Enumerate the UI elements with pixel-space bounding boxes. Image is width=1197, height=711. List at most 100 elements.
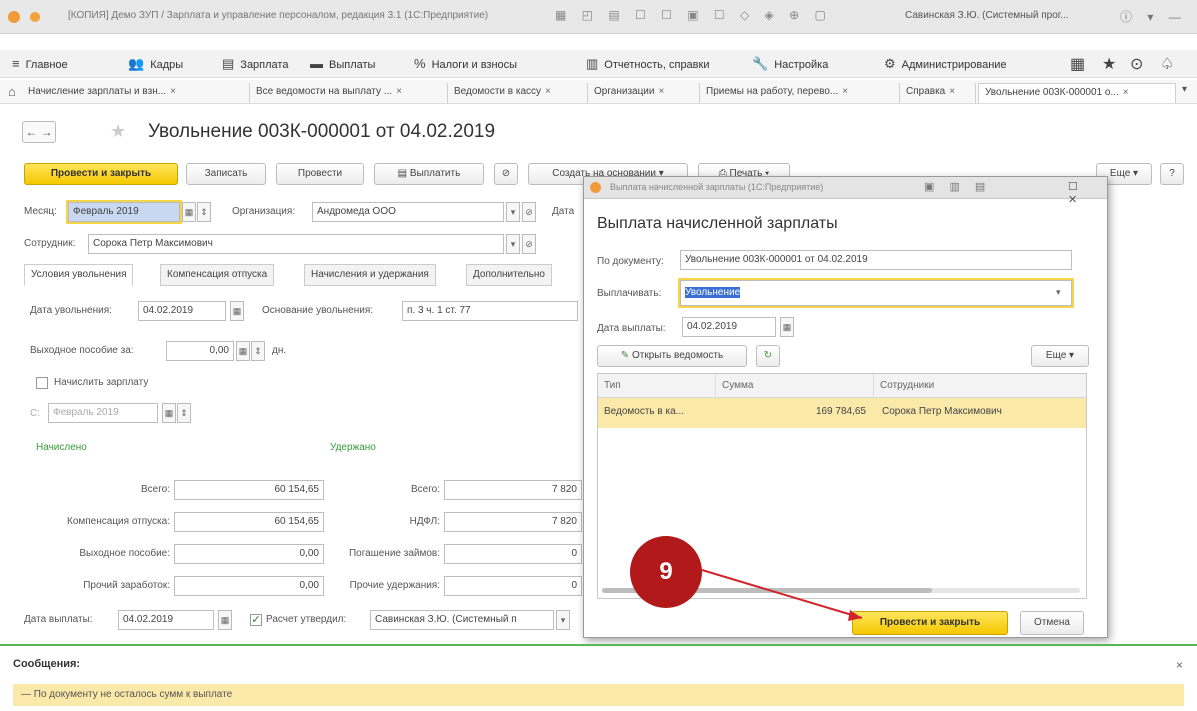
tab-additional[interactable]: Дополнительно xyxy=(466,264,552,286)
home-icon[interactable]: ⌂ xyxy=(8,84,16,99)
pay-button[interactable]: ▤ Выплатить xyxy=(374,163,484,185)
tab-organizations[interactable]: Организации × xyxy=(588,83,700,103)
tab-label: Все ведомости на выплату ... xyxy=(256,86,393,97)
calculator-icon[interactable]: ▦ xyxy=(236,341,250,361)
dropdown-icon[interactable]: ▾ xyxy=(556,610,570,630)
dialog-pay-date-field[interactable]: 04.02.2019 xyxy=(682,317,776,337)
toolbar-icons[interactable]: ▦ ◰ ▤ ☐ ☐ ▣ ☐ ◇ ◈ ⊕ ▢ xyxy=(555,8,832,22)
close-icon[interactable]: × xyxy=(396,86,402,97)
employee-label: Сотрудник: xyxy=(24,238,76,249)
menu-salary[interactable]: ▤ Зарплата xyxy=(222,56,288,72)
app-logo-icon xyxy=(590,182,601,193)
attach-icon[interactable]: ⊘ xyxy=(494,163,518,185)
severance-field[interactable]: 0,00 xyxy=(166,341,234,361)
stepper-icon[interactable]: ⇕ xyxy=(177,403,191,423)
accrue-salary-checkbox[interactable] xyxy=(36,377,48,389)
calendar-icon[interactable]: ▦ xyxy=(780,317,794,337)
basis-field[interactable]: п. 3 ч. 1 ст. 77 xyxy=(402,301,578,321)
wallet-icon: ▬ xyxy=(310,56,323,71)
favorite-star-icon[interactable]: ★ xyxy=(110,121,126,142)
from-field[interactable]: Февраль 2019 xyxy=(48,403,158,423)
tab-dismissal[interactable]: Увольнение 003К-000001 о... × xyxy=(978,83,1176,103)
back-forward-button[interactable]: ← → xyxy=(22,121,56,143)
column-header-type[interactable]: Тип xyxy=(598,374,716,398)
current-user[interactable]: Савинская З.Ю. (Системный прог... xyxy=(905,10,1069,21)
dropdown-icon[interactable]: ▾ xyxy=(506,234,520,254)
tab-vacation-compensation[interactable]: Компенсация отпуска xyxy=(160,264,275,286)
open-sheet-button[interactable]: ✎ Открыть ведомость xyxy=(597,345,747,367)
menu-settings[interactable]: 🔧 Настройка xyxy=(752,56,828,72)
dialog-more-button[interactable]: Еще ▾ xyxy=(1031,345,1089,367)
close-icon[interactable]: × xyxy=(1176,658,1183,672)
message-item[interactable]: — По документу не осталось сумм к выплат… xyxy=(13,684,1184,706)
save-button[interactable]: Записать xyxy=(186,163,266,185)
refresh-icon[interactable]: ↻ xyxy=(756,345,780,367)
dialog-titlebar: Выплата начисленной зарплаты (1С:Предпри… xyxy=(584,177,1107,206)
dialog-post-and-close-button[interactable]: Провести и закрыть xyxy=(852,611,1008,635)
close-icon[interactable]: × xyxy=(1123,87,1129,98)
tab-label: Ведомости в кассу xyxy=(454,86,542,97)
menu-main[interactable]: ≡ Главное xyxy=(12,56,68,71)
menu-admin[interactable]: ⚙ Администрирование xyxy=(884,56,1007,72)
window-controls[interactable]: ⓘ ▾ — ☐ ✕ xyxy=(1120,8,1197,25)
tab-accruals-deductions[interactable]: Начисления и удержания xyxy=(304,264,436,286)
tab-label: Приемы на работу, перево... xyxy=(706,86,839,97)
tab-hiring[interactable]: Приемы на работу, перево... × xyxy=(700,83,900,103)
menu-hr[interactable]: 👥 Кадры xyxy=(128,56,183,72)
dropdown-icon[interactable]: ▾ xyxy=(506,202,520,222)
tab-payroll[interactable]: Начисление зарплаты и взн... × xyxy=(22,83,250,103)
dialog-window-controls[interactable]: ☐ ✕ xyxy=(1068,180,1107,206)
post-button[interactable]: Провести xyxy=(276,163,364,185)
approved-field[interactable]: Савинская З.Ю. (Системный п xyxy=(370,610,554,630)
pay-date-field[interactable]: 04.02.2019 xyxy=(118,610,214,630)
bell-icon[interactable]: ♤ xyxy=(1160,54,1174,74)
menu-label: Главное xyxy=(25,59,68,71)
dialog-cancel-button[interactable]: Отмена xyxy=(1020,611,1084,635)
menu-label: Налоги и взносы xyxy=(431,59,518,71)
close-icon[interactable]: × xyxy=(658,86,664,97)
stepper-icon[interactable]: ⇕ xyxy=(197,202,211,222)
column-header-employees[interactable]: Сотрудники xyxy=(874,374,1086,398)
dialog-tool-icons[interactable]: ▣ ▥ ▤ xyxy=(924,180,991,193)
table-row[interactable]: Ведомость в ка... 169 784,65 Сорока Петр… xyxy=(598,398,1086,428)
close-icon[interactable]: × xyxy=(842,86,848,97)
star-icon[interactable]: ★ xyxy=(1102,54,1116,74)
close-icon[interactable]: × xyxy=(949,86,955,97)
calendar-icon[interactable]: ▦ xyxy=(218,610,232,630)
tabs-dropdown-icon[interactable]: ▾ xyxy=(1182,84,1187,95)
dropdown-icon[interactable]: ▾ xyxy=(1056,287,1061,298)
pay-date-label: Дата выплаты: xyxy=(24,614,93,625)
tab-reference[interactable]: Справка × xyxy=(900,83,976,103)
dismissal-date-field[interactable]: 04.02.2019 xyxy=(138,301,226,321)
calendar-icon[interactable]: ▦ xyxy=(230,301,244,321)
stepper-icon[interactable]: ⇕ xyxy=(251,341,265,361)
gear-icon: ⚙ xyxy=(884,56,896,71)
help-button[interactable]: ? xyxy=(1160,163,1184,185)
column-header-sum[interactable]: Сумма xyxy=(716,374,874,398)
calendar-icon[interactable]: ▦ xyxy=(182,202,196,222)
history-icon[interactable]: ⊙ xyxy=(1130,54,1143,74)
grid-icon[interactable]: ▦ xyxy=(1070,54,1085,74)
menu-taxes[interactable]: % Налоги и взносы xyxy=(414,56,517,71)
tab-cash-sheets[interactable]: Ведомости в кассу × xyxy=(448,83,588,103)
organization-field[interactable]: Андромеда ООО xyxy=(312,202,504,222)
tab-dismissal-terms[interactable]: Условия увольнения xyxy=(24,264,134,286)
close-icon[interactable]: × xyxy=(170,86,176,97)
employee-field[interactable]: Сорока Петр Максимович xyxy=(88,234,504,254)
menu-reports[interactable]: ▥ Отчетность, справки xyxy=(586,56,709,72)
by-document-field[interactable]: Увольнение 003К-000001 от 04.02.2019 xyxy=(680,250,1072,270)
month-field[interactable]: Февраль 2019 xyxy=(66,200,182,224)
approved-checkbox[interactable]: ✓ xyxy=(250,614,262,626)
month-label: Месяц: xyxy=(24,206,57,217)
accrued-header: Начислено xyxy=(36,442,87,453)
calendar-icon[interactable]: ▦ xyxy=(162,403,176,423)
tab-all-sheets[interactable]: Все ведомости на выплату ... × xyxy=(250,83,448,103)
pay-type-select[interactable]: Увольнение xyxy=(678,278,1074,308)
open-icon[interactable]: ⊘ xyxy=(522,202,536,222)
dialog-pay-date-label: Дата выплаты: xyxy=(597,323,666,334)
menu-icon[interactable] xyxy=(30,12,40,22)
menu-payments[interactable]: ▬ Выплаты xyxy=(310,56,375,71)
post-and-close-button[interactable]: Провести и закрыть xyxy=(24,163,178,185)
close-icon[interactable]: × xyxy=(545,86,551,97)
open-icon[interactable]: ⊘ xyxy=(522,234,536,254)
